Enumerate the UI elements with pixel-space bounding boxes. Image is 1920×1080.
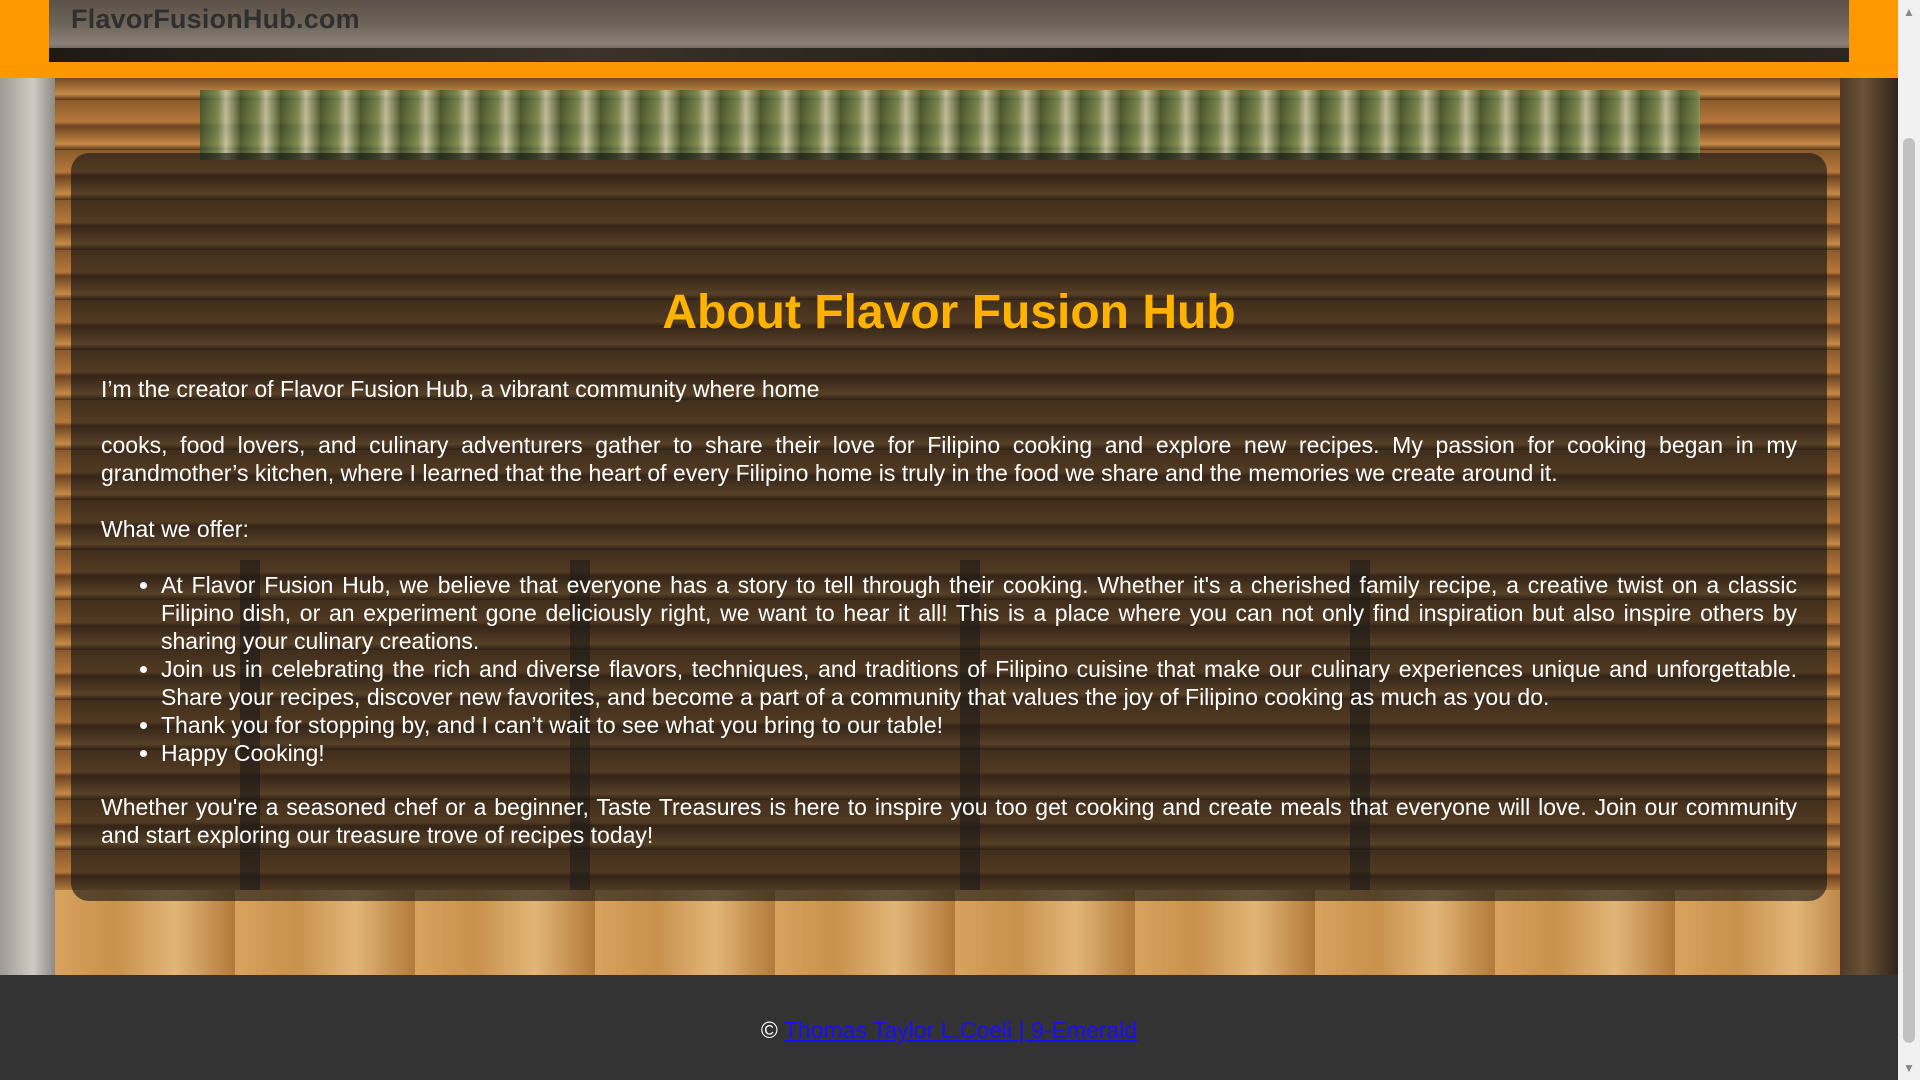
background-plants — [200, 90, 1700, 160]
vertical-scrollbar[interactable]: ▲ ▼ — [1898, 0, 1920, 1080]
offer-item: Happy Cooking! — [161, 739, 1797, 767]
site-header: FlavorFusionHub.com — [0, 0, 1898, 78]
offer-heading: What we offer: — [101, 516, 249, 542]
author-link[interactable]: Thomas Taylor L.Coeli | 9-Emerald — [784, 1017, 1137, 1043]
scroll-up-arrow-icon[interactable]: ▲ — [1898, 2, 1920, 22]
intro-line: I’m the creator of Flavor Fusion Hub, a … — [101, 376, 820, 402]
closing-paragraph: Whether you're a seasoned chef or a begi… — [101, 794, 1797, 848]
offer-item: Thank you for stopping by, and I can’t w… — [161, 711, 1797, 739]
offer-item: Join us in celebrating the rich and dive… — [161, 655, 1797, 711]
offer-list: At Flavor Fusion Hub, we believe that ev… — [101, 571, 1797, 767]
scrollbar-thumb[interactable] — [1903, 138, 1915, 1043]
site-footer: © Thomas Taylor L.Coeli | 9-Emerald — [0, 975, 1898, 1080]
site-logo[interactable]: FlavorFusionHub.com — [71, 4, 360, 35]
page: FlavorFusionHub.com About Flavor Fusion … — [0, 0, 1898, 1080]
footer-copyright: © Thomas Taylor L.Coeli | 9-Emerald — [0, 1017, 1898, 1044]
copyright-symbol: © — [760, 1017, 778, 1043]
about-title: About Flavor Fusion Hub — [662, 286, 1236, 339]
background-counter — [55, 890, 1840, 975]
offer-item: At Flavor Fusion Hub, we believe that ev… — [161, 571, 1797, 655]
about-card: About Flavor Fusion Hub I’m the creator … — [71, 153, 1827, 901]
intro-paragraph: cooks, food lovers, and culinary adventu… — [101, 432, 1797, 486]
scroll-down-arrow-icon[interactable]: ▼ — [1898, 1058, 1920, 1078]
about-content: I’m the creator of Flavor Fusion Hub, a … — [101, 375, 1797, 877]
